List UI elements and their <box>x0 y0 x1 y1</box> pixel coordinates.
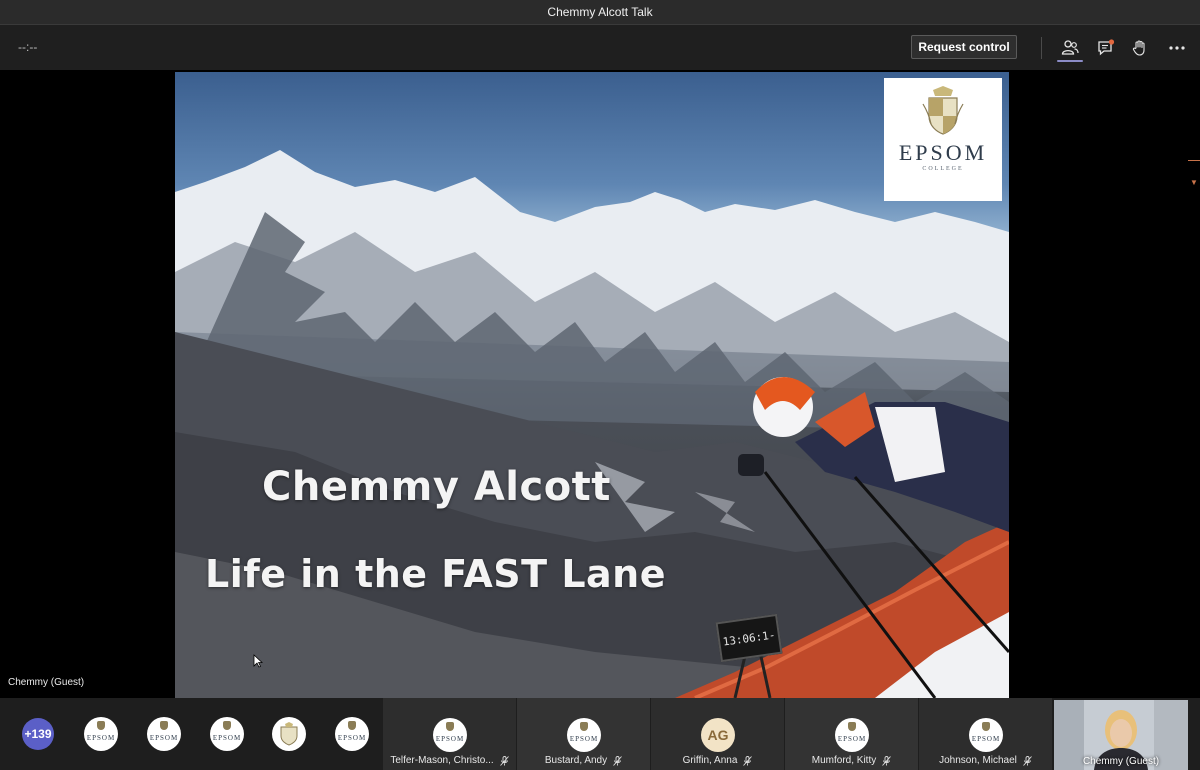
meeting-toolbar: --:-- Request control <box>0 24 1200 70</box>
participants-strip: +139 EPSOM EPSOM EPSOM EPSOM EPSOM Telfe… <box>0 698 1200 770</box>
self-video-tile[interactable]: Chemmy (Guest) <box>1054 700 1188 770</box>
presentation-slide: EPSOM COLLEGE Chemmy Alcott Life in the … <box>175 72 1009 698</box>
participant-name-row: Griffin, Anna <box>651 755 784 766</box>
timing-board: 13:06:1- <box>715 613 783 663</box>
request-control-button[interactable]: Request control <box>911 35 1017 59</box>
participant-name-row: Johnson, Michael <box>919 755 1052 766</box>
participant-name-row: Telfer-Mason, Christo... <box>383 755 516 766</box>
crest-icon <box>280 722 298 746</box>
logo-name: EPSOM <box>898 140 988 165</box>
participant-avatar[interactable]: EPSOM <box>84 717 118 751</box>
scroll-indicator-bar <box>1188 160 1200 161</box>
window-title: Chemmy Alcott Talk <box>547 5 653 19</box>
presenter-name-label: Chemmy (Guest) <box>8 677 85 688</box>
title-bar: Chemmy Alcott Talk <box>0 0 1200 24</box>
participant-name: Johnson, Michael <box>939 755 1017 766</box>
participant-tile[interactable]: EPSOM Bustard, Andy <box>517 698 650 770</box>
participant-tile[interactable]: EPSOM Telfer-Mason, Christo... <box>383 698 516 770</box>
toolbar-divider <box>1041 37 1042 59</box>
participant-name: Bustard, Andy <box>544 755 608 766</box>
participant-avatar: EPSOM <box>969 718 1003 752</box>
crest-icon <box>922 86 964 135</box>
more-options-icon[interactable] <box>1166 37 1188 59</box>
logo-subtitle: COLLEGE <box>922 166 964 172</box>
active-tab-indicator <box>1057 60 1083 62</box>
participant-name: Telfer-Mason, Christo... <box>390 755 494 766</box>
mic-off-icon <box>743 755 753 766</box>
overflow-participants-badge[interactable]: +139 <box>22 718 54 750</box>
mouse-cursor-icon <box>253 654 263 668</box>
participant-avatar[interactable] <box>272 717 306 751</box>
people-icon[interactable] <box>1059 37 1081 59</box>
self-video-name: Chemmy (Guest) <box>1082 756 1160 767</box>
mic-off-icon <box>499 755 509 766</box>
participant-name-row: Bustard, Andy <box>517 755 650 766</box>
mic-off-icon <box>1023 755 1032 766</box>
mic-off-icon <box>882 755 892 766</box>
participant-name: Griffin, Anna <box>682 755 738 766</box>
meeting-timer: --:-- <box>18 40 38 54</box>
raise-hand-icon[interactable] <box>1129 37 1151 59</box>
slide-title: Chemmy Alcott <box>262 464 611 510</box>
participant-avatar[interactable]: EPSOM <box>335 717 369 751</box>
participant-name-row: Mumford, Kitty <box>785 755 918 766</box>
participant-avatar: EPSOM <box>567 718 601 752</box>
chat-icon[interactable] <box>1095 37 1117 59</box>
participant-avatar[interactable]: EPSOM <box>147 717 181 751</box>
participant-tile[interactable]: EPSOM Johnson, Michael <box>919 698 1052 770</box>
scroll-indicator[interactable]: ▼ <box>1188 160 1200 698</box>
participant-tile[interactable]: EPSOM Mumford, Kitty <box>785 698 918 770</box>
shared-screen-stage: EPSOM COLLEGE Chemmy Alcott Life in the … <box>0 70 1200 698</box>
chevron-down-icon[interactable]: ▼ <box>1190 178 1198 187</box>
slide-subtitle: Life in the FAST Lane <box>205 552 667 596</box>
participant-avatar: EPSOM <box>835 718 869 752</box>
participant-avatar: EPSOM <box>433 718 467 752</box>
participant-initials-avatar: AG <box>701 718 735 752</box>
participant-tile[interactable]: AG Griffin, Anna <box>651 698 784 770</box>
participant-avatar[interactable]: EPSOM <box>210 717 244 751</box>
mic-off-icon <box>613 755 622 766</box>
epsom-college-logo: EPSOM COLLEGE <box>884 78 1002 201</box>
participant-name: Mumford, Kitty <box>811 755 877 766</box>
